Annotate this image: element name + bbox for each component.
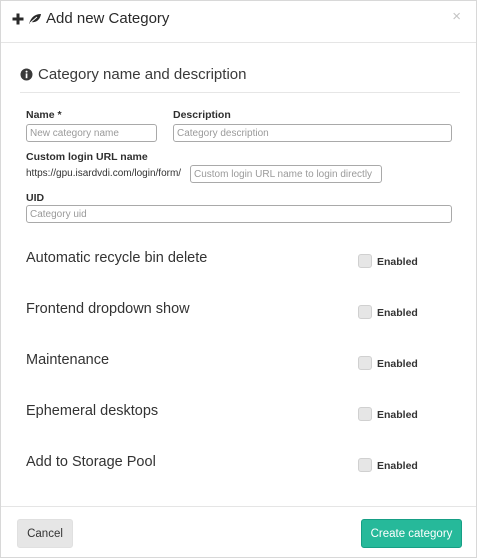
plus-icon xyxy=(12,13,24,25)
close-icon[interactable]: × xyxy=(452,9,461,24)
custom-url-input[interactable] xyxy=(190,165,382,183)
name-label: Name * xyxy=(26,109,62,121)
name-input[interactable] xyxy=(26,124,157,142)
toggle-state-label: Enabled xyxy=(377,409,418,421)
toggle-state-label: Enabled xyxy=(377,307,418,319)
section-heading: Category name and description xyxy=(20,66,460,93)
toggle-state-label: Enabled xyxy=(377,358,418,370)
toggle-label: Add to Storage Pool xyxy=(26,454,156,470)
toggle-label: Ephemeral desktops xyxy=(26,403,159,419)
modal-footer: Cancel Create category xyxy=(1,506,476,558)
toggle-label: Automatic recycle bin delete xyxy=(26,250,208,266)
modal-title: Add new Category xyxy=(12,10,169,27)
recycle-bin-checkbox[interactable] xyxy=(358,254,372,268)
uid-label: UID xyxy=(26,192,45,204)
create-category-button[interactable]: Create category xyxy=(361,519,462,548)
toggle-label: Frontend dropdown show xyxy=(26,301,190,317)
maintenance-checkbox[interactable] xyxy=(358,356,372,370)
ephemeral-desktops-checkbox[interactable] xyxy=(358,407,372,421)
toggle-row-frontend-dropdown: Frontend dropdown show Enabled xyxy=(1,301,476,325)
cancel-button[interactable]: Cancel xyxy=(17,519,73,548)
section-title: Category name and description xyxy=(38,66,247,83)
toggle-label: Maintenance xyxy=(26,352,110,368)
custom-url-label: Custom login URL name xyxy=(26,151,148,163)
toggle-row-recycle-bin: Automatic recycle bin delete Enabled xyxy=(1,250,476,274)
info-circle-icon xyxy=(20,66,38,85)
description-label: Description xyxy=(173,109,231,121)
modal-title-text: Add new Category xyxy=(46,10,170,27)
frontend-dropdown-checkbox[interactable] xyxy=(358,305,372,319)
toggle-state-label: Enabled xyxy=(377,460,418,472)
toggle-state-label: Enabled xyxy=(377,256,418,268)
description-input[interactable] xyxy=(173,124,452,142)
leaf-icon xyxy=(28,13,42,25)
add-category-modal: Add new Category × Category name and des… xyxy=(0,0,477,558)
toggle-row-storage-pool: Add to Storage Pool Enabled xyxy=(1,454,476,478)
custom-url-prefix: https://gpu.isardvdi.com/login/form/ xyxy=(26,168,182,179)
storage-pool-checkbox[interactable] xyxy=(358,458,372,472)
uid-input[interactable] xyxy=(26,205,452,223)
toggle-row-ephemeral: Ephemeral desktops Enabled xyxy=(1,403,476,427)
modal-header: Add new Category × xyxy=(1,1,476,43)
toggle-row-maintenance: Maintenance Enabled xyxy=(1,352,476,376)
